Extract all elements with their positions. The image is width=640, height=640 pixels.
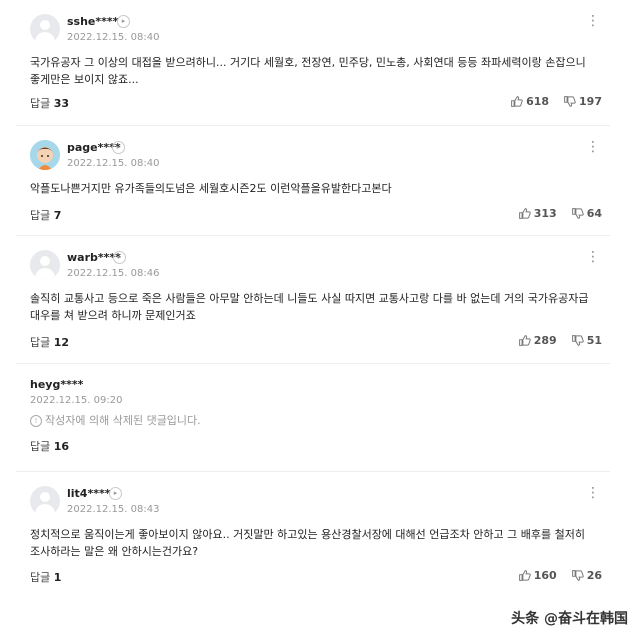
user-info-icon[interactable]: ▸ — [109, 487, 122, 500]
thumbs-down-icon — [571, 570, 584, 581]
like-count: 618 — [526, 95, 550, 108]
reply-button[interactable]: 답글 12 — [30, 334, 69, 350]
reply-count: 33 — [53, 97, 70, 110]
more-options-icon[interactable]: ⋮ — [586, 14, 600, 28]
dislike-button[interactable]: 26 — [571, 569, 602, 582]
like-button[interactable]: 289 — [518, 334, 557, 347]
reply-count: 7 — [53, 209, 62, 222]
dislike-button[interactable]: 51 — [571, 334, 602, 347]
thumbs-down-icon — [571, 208, 584, 219]
dislike-button[interactable]: 197 — [563, 95, 602, 108]
comment-text: 악플도나쁜거지만 유가족들의도넘은 세월호시즌2도 이런악플을유발한다고본다 — [30, 182, 392, 195]
like-count: 160 — [533, 569, 557, 582]
thumbs-up-icon — [518, 335, 531, 346]
user-avatar[interactable] — [30, 14, 60, 44]
more-options-icon[interactable]: ⋮ — [586, 140, 600, 154]
watermark-text: 头条 @奋斗在韩国 — [511, 611, 628, 627]
thumbs-down-icon — [564, 96, 576, 107]
avatar-character-icon — [30, 140, 60, 170]
dislike-button[interactable]: 64 — [571, 207, 602, 220]
more-options-icon[interactable]: ⋮ — [586, 486, 600, 500]
reply-label: 답글 — [30, 440, 51, 453]
reply-button[interactable]: 답글 7 — [30, 207, 61, 223]
user-info-icon[interactable]: ▸ — [113, 251, 126, 264]
vote-group: 618 197 — [510, 95, 602, 108]
username[interactable]: lit4**** — [67, 487, 110, 500]
like-count: 289 — [533, 334, 557, 347]
info-circle-icon: ! — [30, 415, 42, 427]
reply-button[interactable]: 답글 1 — [30, 569, 61, 585]
thumbs-up-icon — [511, 96, 523, 107]
reply-label: 답글 — [30, 209, 51, 222]
user-info-icon[interactable]: ▸ — [117, 15, 130, 28]
thumbs-up-icon — [518, 208, 531, 219]
dislike-count: 26 — [586, 569, 602, 582]
like-count: 313 — [533, 207, 557, 220]
like-button[interactable]: 618 — [510, 95, 549, 108]
comment-list: sshe**** ▸ 2022.12.15. 08:40 ⋮ 국가유공자 그 이… — [16, 0, 610, 600]
reply-count: 16 — [53, 440, 70, 453]
comment-item: sshe**** ▸ 2022.12.15. 08:40 ⋮ 국가유공자 그 이… — [16, 0, 610, 126]
comment-date: 2022.12.15. 08:46 — [67, 268, 160, 279]
comment-item: page**** ▸ 2022.12.15. 08:40 ⋮ 악플도나쁜거지만 … — [16, 126, 610, 236]
vote-group: 160 26 — [518, 569, 602, 582]
comment-date: 2022.12.15. 08:40 — [67, 158, 160, 169]
deleted-notice: ! 작성자에 의해 삭제된 댓글입니다. — [30, 412, 201, 428]
vote-group: 289 51 — [518, 334, 602, 347]
like-button[interactable]: 160 — [518, 569, 557, 582]
dislike-count: 64 — [586, 207, 602, 220]
comment-item-deleted: heyg**** 2022.12.15. 09:20 ! 작성자에 의해 삭제된 … — [16, 364, 610, 472]
reply-label: 답글 — [30, 336, 51, 349]
user-info-icon[interactable]: ▸ — [112, 141, 125, 154]
comment-item: lit4**** ▸ 2022.12.15. 08:43 ⋮ 정치적으로 움직이… — [16, 472, 610, 600]
reply-count: 12 — [53, 336, 70, 349]
user-avatar[interactable] — [30, 140, 60, 170]
reply-label: 답글 — [30, 571, 51, 584]
comment-date: 2022.12.15. 08:43 — [67, 504, 160, 515]
thumbs-up-icon — [518, 570, 531, 581]
comment-date: 2022.12.15. 09:20 — [30, 395, 123, 406]
dislike-count: 51 — [586, 334, 602, 347]
user-avatar[interactable] — [30, 250, 60, 280]
comment-text: 국가유공자 그 이상의 대접을 받으려하니... 거기다 세월호, 전장연, 민… — [30, 56, 586, 86]
comment-text: 정치적으로 움직이는게 좋아보이지 않아요.. 거짓말만 하고있는 용산경찰서장… — [30, 528, 585, 558]
comment-item: warb**** ▸ 2022.12.15. 08:46 ⋮ 솔직히 교통사고 … — [16, 236, 610, 364]
reply-count: 1 — [53, 571, 62, 584]
username[interactable]: heyg**** — [30, 378, 83, 391]
comment-date: 2022.12.15. 08:40 — [67, 32, 160, 43]
more-options-icon[interactable]: ⋮ — [586, 250, 600, 264]
reply-button[interactable]: 답글 33 — [30, 95, 69, 111]
dislike-count: 197 — [579, 95, 602, 108]
reply-label: 답글 — [30, 97, 51, 110]
deleted-text: 작성자에 의해 삭제된 댓글입니다. — [45, 414, 201, 427]
vote-group: 313 64 — [518, 207, 602, 220]
username[interactable]: sshe**** — [67, 15, 118, 28]
like-button[interactable]: 313 — [518, 207, 557, 220]
comment-text: 솔직히 교통사고 등으로 죽은 사람들은 아무말 안하는데 니들도 사실 따지면… — [30, 292, 589, 322]
thumbs-down-icon — [571, 335, 584, 346]
user-avatar[interactable] — [30, 486, 60, 516]
reply-button[interactable]: 답글 16 — [30, 438, 69, 454]
